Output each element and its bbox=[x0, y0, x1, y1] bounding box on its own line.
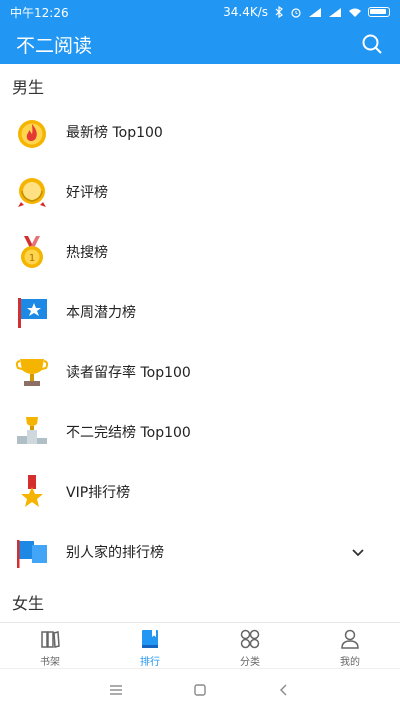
rank-item-latest[interactable]: 最新榜 Top100 bbox=[0, 102, 400, 162]
bluetooth-icon bbox=[275, 6, 283, 18]
rank-item-vip[interactable]: VIP排行榜 bbox=[0, 462, 400, 522]
rank-item-retention[interactable]: 读者留存率 Top100 bbox=[0, 342, 400, 402]
tab-label-bookshelf: 书架 bbox=[40, 657, 60, 668]
rank-item-weekly-potential[interactable]: 本周潜力榜 bbox=[0, 282, 400, 342]
profile-icon bbox=[341, 629, 359, 649]
tab-profile[interactable]: 我的 bbox=[300, 623, 400, 668]
laurel-medal-icon bbox=[18, 178, 46, 207]
signal-icon bbox=[309, 7, 321, 17]
tab-ranking[interactable]: 排行 bbox=[100, 623, 200, 668]
search-icon[interactable] bbox=[360, 32, 384, 56]
ranking-book-icon bbox=[142, 630, 158, 648]
rank-label-others: 别人家的排行榜 bbox=[66, 545, 164, 561]
tab-label-category: 分类 bbox=[240, 657, 260, 668]
network-speed: 34.4K/s bbox=[223, 5, 268, 19]
signal-icon-2 bbox=[329, 7, 341, 17]
nav-menu-button[interactable] bbox=[74, 672, 158, 708]
category-grid-icon bbox=[240, 629, 260, 649]
star-ribbon-medal-icon bbox=[21, 475, 43, 507]
rank-label-latest: 最新榜 Top100 bbox=[66, 125, 163, 141]
section-header-male: 男生 bbox=[12, 78, 45, 97]
tab-label-profile: 我的 bbox=[340, 657, 360, 668]
chevron-down-icon[interactable] bbox=[350, 544, 366, 560]
bookshelf-icon bbox=[41, 631, 60, 648]
section-header-female: 女生 bbox=[12, 594, 45, 613]
bottom-tab-bar: 书架 排行 分类 我的 bbox=[0, 622, 400, 668]
rank-item-good-review[interactable]: 好评榜 bbox=[0, 162, 400, 222]
tab-label-ranking: 排行 bbox=[140, 657, 160, 668]
back-arrow-icon bbox=[280, 684, 287, 696]
svg-text:1: 1 bbox=[29, 253, 35, 264]
tab-category[interactable]: 分类 bbox=[200, 623, 300, 668]
home-square-icon bbox=[194, 684, 206, 696]
rank-label-vip: VIP排行榜 bbox=[66, 485, 131, 501]
rank-item-hot-search[interactable]: 1 热搜榜 bbox=[0, 222, 400, 282]
rank-item-completed[interactable]: 不二完结榜 Top100 bbox=[0, 402, 400, 462]
status-time: 中午12:26 bbox=[10, 5, 69, 20]
nav-home-button[interactable] bbox=[158, 672, 242, 708]
trophy-cup-icon bbox=[15, 359, 49, 386]
battery-icon bbox=[368, 7, 390, 17]
rank-label-retention: 读者留存率 Top100 bbox=[66, 365, 191, 381]
podium-trophy-icon bbox=[17, 417, 47, 444]
app-title: 不二阅读 bbox=[16, 34, 93, 57]
status-icons: 34.4K/s bbox=[223, 5, 390, 19]
rank-label-good-review: 好评榜 bbox=[66, 185, 108, 201]
menu-icon bbox=[110, 685, 122, 695]
status-bar: 中午12:26 34.4K/s bbox=[0, 0, 400, 24]
app-bar: 不二阅读 bbox=[0, 24, 400, 64]
alarm-icon bbox=[291, 8, 301, 18]
rank-label-completed: 不二完结榜 Top100 bbox=[66, 425, 191, 441]
star-flag-icon bbox=[18, 298, 47, 328]
rank-item-others[interactable]: 别人家的排行榜 bbox=[0, 522, 400, 582]
rank-label-hot-search: 热搜榜 bbox=[66, 245, 108, 261]
system-nav-bar bbox=[0, 668, 400, 711]
gold-medal-icon: 1 bbox=[21, 236, 43, 268]
rank-label-weekly-potential: 本周潜力榜 bbox=[66, 305, 136, 321]
blue-flags-icon bbox=[17, 540, 47, 568]
wifi-icon bbox=[349, 8, 361, 17]
tab-bookshelf[interactable]: 书架 bbox=[0, 623, 100, 668]
nav-back-button[interactable] bbox=[242, 672, 326, 708]
fire-medal-icon bbox=[18, 120, 46, 148]
